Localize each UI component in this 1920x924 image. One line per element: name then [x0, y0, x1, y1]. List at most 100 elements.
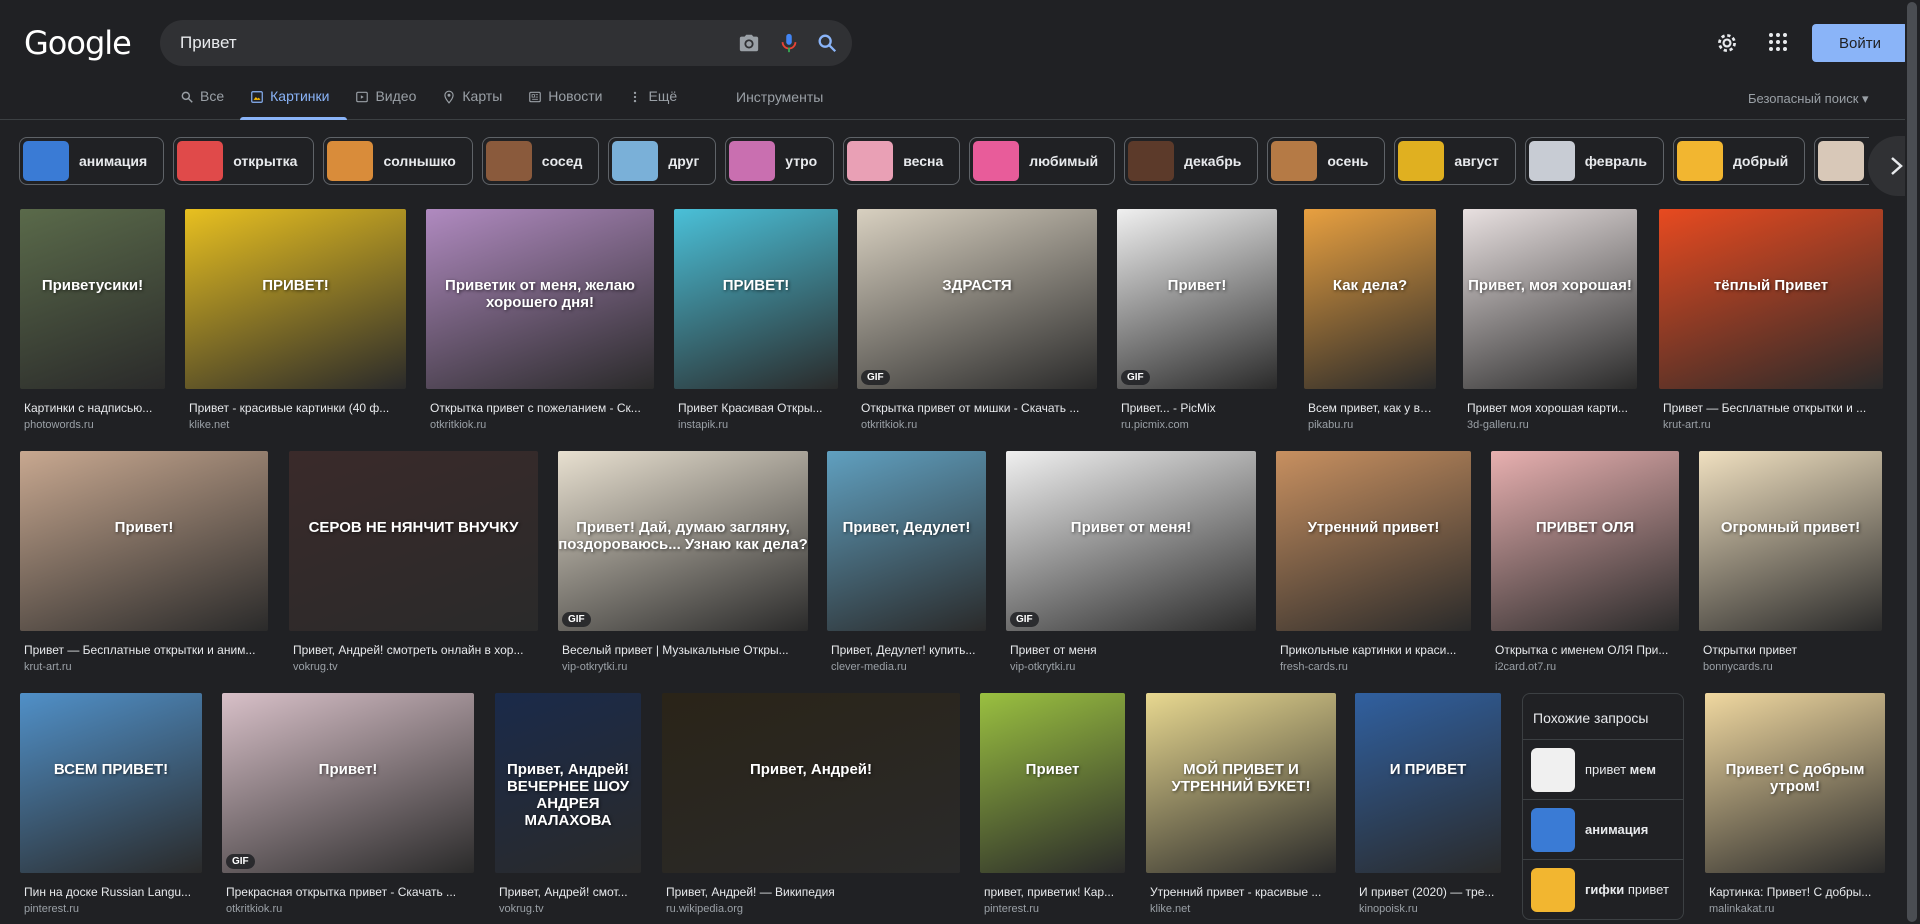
- result-title[interactable]: Открытки привет: [1703, 643, 1882, 657]
- result-title[interactable]: Привет — Бесплатные открытки и ...: [1663, 401, 1883, 415]
- result-thumbnail[interactable]: Привет от меня! GIF: [1006, 451, 1256, 631]
- search-input[interactable]: [180, 20, 720, 66]
- login-button[interactable]: Войти: [1812, 24, 1908, 62]
- tab-video[interactable]: Видео: [353, 86, 418, 120]
- camera-icon[interactable]: [738, 32, 760, 54]
- chip-13[interactable]: милый: [1814, 137, 1869, 185]
- image-result[interactable]: Привет! GIF Прекрасная открытка привет - С…: [222, 693, 474, 917]
- result-thumbnail[interactable]: Привет, Андрей!: [662, 693, 960, 873]
- result-title[interactable]: Картинки с надписью...: [24, 401, 165, 415]
- chip-10[interactable]: август: [1394, 137, 1516, 185]
- image-result[interactable]: Привет! Дай, думаю загляну, поздороваюсь…: [558, 451, 808, 675]
- result-thumbnail[interactable]: ВСЕМ ПРИВЕТ!: [20, 693, 202, 873]
- related-item-mem[interactable]: привет мем: [1523, 739, 1683, 799]
- chip-2[interactable]: солнышко: [323, 137, 473, 185]
- result-title[interactable]: Открытка привет с пожеланием - Ск...: [430, 401, 654, 415]
- result-thumbnail[interactable]: Привет, Дедулет!: [827, 451, 986, 631]
- chip-8[interactable]: декабрь: [1124, 137, 1259, 185]
- result-thumbnail[interactable]: МОЙ ПРИВЕТ И УТРЕННИЙ БУКЕТ!: [1146, 693, 1336, 873]
- result-thumbnail[interactable]: Привет, Андрей! ВЕЧЕРНЕЕ ШОУ АНДРЕЯ МАЛА…: [495, 693, 641, 873]
- result-thumbnail[interactable]: ЗДРАСТЯ GIF: [857, 209, 1097, 389]
- related-item-gifs[interactable]: гифки привет: [1523, 859, 1683, 919]
- result-thumbnail[interactable]: ПРИВЕТ!: [185, 209, 406, 389]
- result-title[interactable]: Привет, Андрей! смотреть онлайн в хор...: [293, 643, 538, 657]
- result-thumbnail[interactable]: И ПРИВЕТ: [1355, 693, 1501, 873]
- chip-7[interactable]: любимый: [969, 137, 1116, 185]
- result-thumbnail[interactable]: Привет: [980, 693, 1125, 873]
- tab-maps[interactable]: Карты: [440, 86, 504, 120]
- image-result[interactable]: Приветик от меня, желаю хорошего дня! Отк…: [426, 209, 654, 433]
- result-thumbnail[interactable]: ПРИВЕТ!: [674, 209, 838, 389]
- image-result[interactable]: Привет привет, приветик! Кар... pinterest.…: [980, 693, 1125, 917]
- result-title[interactable]: Привет — Бесплатные открытки и аним...: [24, 643, 268, 657]
- chip-12[interactable]: добрый: [1673, 137, 1806, 185]
- image-result[interactable]: Привет, Дедулет! Привет, Дедулет! купить.…: [827, 451, 986, 675]
- google-logo[interactable]: Google: [24, 24, 132, 62]
- image-result[interactable]: Привет! GIF Привет... - PicMix ru.picmix.co…: [1117, 209, 1277, 433]
- result-thumbnail[interactable]: тёплый Привет: [1659, 209, 1883, 389]
- result-thumbnail[interactable]: Привет! Дай, думаю загляну, поздороваюсь…: [558, 451, 808, 631]
- result-title[interactable]: Привет Красивая Откры...: [678, 401, 838, 415]
- result-title[interactable]: Пин на доске Russian Langu...: [24, 885, 202, 899]
- result-title[interactable]: Привет моя хорошая карти...: [1467, 401, 1637, 415]
- result-title[interactable]: Привет... - PicMix: [1121, 401, 1277, 415]
- tools-button[interactable]: Инструменты: [736, 89, 823, 105]
- image-result[interactable]: Привет, Андрей! Привет, Андрей! — Википед…: [662, 693, 960, 917]
- result-title[interactable]: И привет (2020) — тре...: [1359, 885, 1501, 899]
- result-title[interactable]: Всем привет, как у ва...: [1308, 401, 1436, 415]
- result-title[interactable]: Привет - красивые картинки (40 ф...: [189, 401, 406, 415]
- image-result[interactable]: Привет от меня! GIF Привет от меня vip-otkr…: [1006, 451, 1256, 675]
- result-title[interactable]: Прекрасная открытка привет - Скачать ...: [226, 885, 474, 899]
- result-title[interactable]: привет, приветик! Кар...: [984, 885, 1125, 899]
- tab-news[interactable]: Новости: [526, 86, 604, 120]
- result-title[interactable]: Картинка: Привет! С добры...: [1709, 885, 1885, 899]
- chip-0[interactable]: анимация: [19, 137, 165, 185]
- tab-more[interactable]: Ещё: [626, 86, 679, 120]
- image-result[interactable]: Привет! Привет — Бесплатные открытки и ан…: [20, 451, 268, 675]
- result-thumbnail[interactable]: Привет! GIF: [222, 693, 474, 873]
- result-thumbnail[interactable]: Привет! С добрым утром!: [1705, 693, 1885, 873]
- tab-images[interactable]: Картинки: [240, 86, 348, 120]
- safe-search-dropdown[interactable]: Безопасный поиск ▾: [1748, 91, 1869, 107]
- result-title[interactable]: Веселый привет | Музыкальные Откры...: [562, 643, 808, 657]
- result-title[interactable]: Открытка с именем ОЛЯ При...: [1495, 643, 1679, 657]
- image-result[interactable]: Привет, Андрей! ВЕЧЕРНЕЕ ШОУ АНДРЕЯ МАЛА…: [495, 693, 641, 917]
- related-item-animation[interactable]: анимация: [1523, 799, 1683, 859]
- image-result[interactable]: ПРИВЕТ! Привет Красивая Откры... instapik.…: [674, 209, 838, 433]
- image-result[interactable]: И ПРИВЕТ И привет (2020) — тре... kinopois…: [1355, 693, 1501, 917]
- scrollbar-thumb[interactable]: [1907, 2, 1917, 922]
- image-result[interactable]: ПРИВЕТ ОЛЯ Открытка с именем ОЛЯ При... i2…: [1491, 451, 1679, 675]
- image-result[interactable]: тёплый Привет Привет — Бесплатные открытк…: [1659, 209, 1883, 433]
- result-thumbnail[interactable]: Привет! GIF: [1117, 209, 1277, 389]
- image-result[interactable]: Утренний привет! Прикольные картинки и кр…: [1276, 451, 1471, 675]
- result-title[interactable]: Привет, Андрей! — Википедия: [666, 885, 960, 899]
- image-result[interactable]: Приветусики! Картинки с надписью... photow…: [20, 209, 165, 433]
- result-title[interactable]: Привет, Андрей! смот...: [499, 885, 641, 899]
- chip-9[interactable]: осень: [1267, 137, 1386, 185]
- gear-icon[interactable]: [1714, 30, 1740, 56]
- chip-4[interactable]: друг: [608, 137, 717, 185]
- result-thumbnail[interactable]: Привет, моя хорошая!: [1463, 209, 1637, 389]
- result-thumbnail[interactable]: Привет!: [20, 451, 268, 631]
- image-result[interactable]: МОЙ ПРИВЕТ И УТРЕННИЙ БУКЕТ! Утренний при…: [1146, 693, 1336, 917]
- chip-6[interactable]: весна: [843, 137, 961, 185]
- chip-3[interactable]: сосед: [481, 137, 600, 185]
- image-result[interactable]: СЕРОВ НЕ НЯНЧИТ ВНУЧКУ Привет, Андрей! см…: [289, 451, 538, 675]
- image-result[interactable]: Привет! С добрым утром! Картинка: Привет!…: [1705, 693, 1885, 917]
- result-thumbnail[interactable]: Огромный привет!: [1699, 451, 1882, 631]
- mic-icon[interactable]: [778, 32, 800, 54]
- result-title[interactable]: Привет, Дедулет! купить...: [831, 643, 986, 657]
- image-result[interactable]: ВСЕМ ПРИВЕТ! Пин на доске Russian Langu..…: [20, 693, 202, 917]
- result-title[interactable]: Привет от меня: [1010, 643, 1256, 657]
- image-result[interactable]: ПРИВЕТ! Привет - красивые картинки (40 ф.…: [185, 209, 406, 433]
- result-thumbnail[interactable]: Как дела?: [1304, 209, 1436, 389]
- image-result[interactable]: Огромный привет! Открытки привет bonnycard…: [1699, 451, 1882, 675]
- chip-11[interactable]: февраль: [1524, 137, 1665, 185]
- result-title[interactable]: Прикольные картинки и краси...: [1280, 643, 1471, 657]
- result-thumbnail[interactable]: Приветик от меня, желаю хорошего дня!: [426, 209, 654, 389]
- image-result[interactable]: Привет, моя хорошая! Привет моя хорошая к…: [1463, 209, 1637, 433]
- image-result[interactable]: Как дела? Всем привет, как у ва... pikabu.…: [1304, 209, 1436, 433]
- search-icon[interactable]: [816, 32, 838, 54]
- image-result[interactable]: ЗДРАСТЯ GIF Открытка привет от мишки - Ска…: [857, 209, 1097, 433]
- result-thumbnail[interactable]: ПРИВЕТ ОЛЯ: [1491, 451, 1679, 631]
